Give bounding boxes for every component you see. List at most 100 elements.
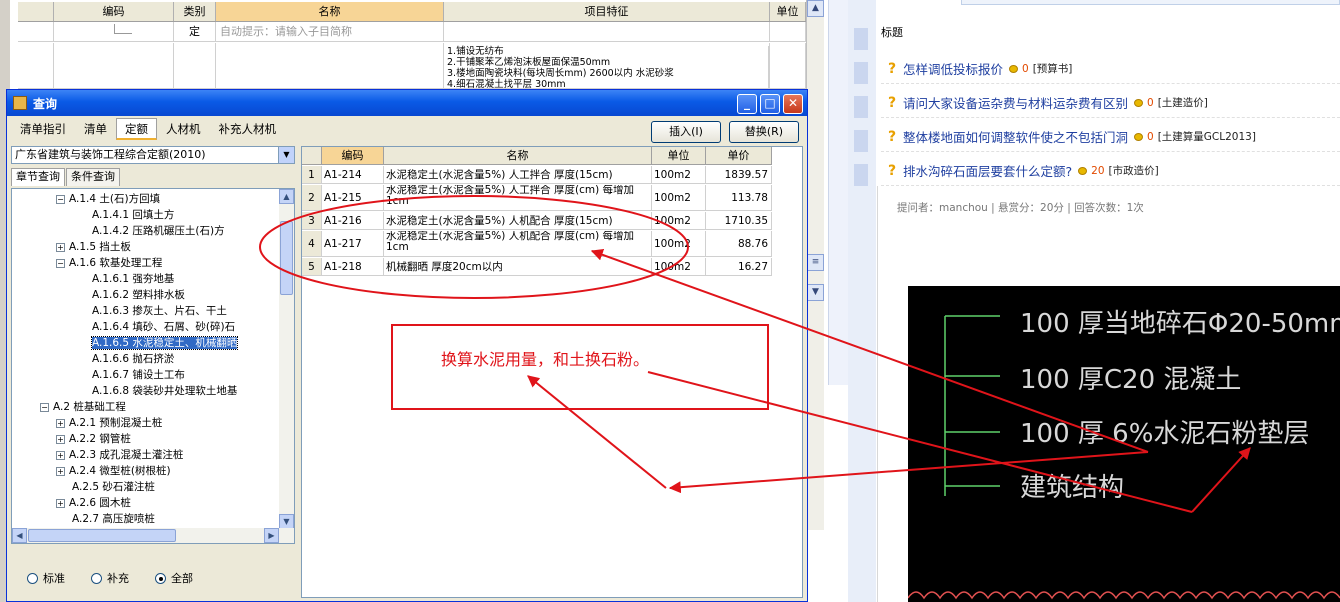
question-category[interactable]: [土建算量GCL2013] <box>1158 129 1256 144</box>
sheet-col-name[interactable]: 名称 <box>216 2 444 21</box>
tree-node[interactable]: A.1.6.6 抛石挤淤 <box>92 351 174 367</box>
tree-node[interactable]: A.2.5 砂石灌注桩 <box>72 479 155 495</box>
tree-node[interactable]: A.1.6.3 掺灰土、片石、干土 <box>92 303 227 319</box>
tree-node[interactable]: − A.2 桩基础工程 <box>40 399 126 415</box>
tab-supplement-material[interactable]: 补充人材机 <box>210 118 286 140</box>
radio-selected-icon[interactable] <box>155 572 166 584</box>
scroll-up-icon[interactable]: ▲ <box>807 0 824 17</box>
chevron-down-icon[interactable]: ▼ <box>278 147 294 163</box>
qa-list-item[interactable]: ? 整体楼地面如何调整软件使之不包括门洞 0 [土建算量GCL2013] <box>881 122 1340 152</box>
dialog-titlebar[interactable]: 查询 <box>7 90 807 116</box>
question-link[interactable]: 怎样调低投标报价 <box>903 59 1003 78</box>
sheet-cell-features[interactable]: 1.铺设无纺布 2.干铺聚苯乙烯泡沫板屋面保温50mm 3.楼地面陶瓷块料(每块… <box>444 43 770 88</box>
scroll-thumb[interactable] <box>28 529 176 542</box>
radio-supplement[interactable]: 补充 <box>91 570 129 586</box>
tab-condition-search[interactable]: 条件查询 <box>66 168 120 186</box>
sheet-col-features[interactable]: 项目特征 <box>444 2 770 21</box>
tree-node-label: A.1.6 软基处理工程 <box>69 257 163 269</box>
tab-bill[interactable]: 清单 <box>75 118 116 140</box>
collapse-icon[interactable]: − <box>56 195 65 204</box>
grid-row[interactable]: 2 A1-215 水泥稳定土(水泥含量5%) 人工拌合 厚度(cm) 每增加1cm 1… <box>302 185 772 211</box>
grid-col-unit[interactable]: 单位 <box>652 147 706 165</box>
scroll-down-icon[interactable]: ▼ <box>807 284 824 301</box>
collapse-icon[interactable]: − <box>56 259 65 268</box>
tree-node[interactable]: A.1.6.2 塑料排水板 <box>92 287 185 303</box>
radio-all[interactable]: 全部 <box>155 570 193 586</box>
tree-node[interactable]: − A.1.4 土(石)方回填 <box>56 191 160 207</box>
tab-chapter-search[interactable]: 章节查询 <box>11 168 65 186</box>
close-icon[interactable]: ✕ <box>783 94 803 114</box>
maximize-icon[interactable]: □ <box>760 94 780 114</box>
tab-labor-material-machine[interactable]: 人材机 <box>157 118 210 140</box>
tree-node[interactable]: A.1.4.1 回填土方 <box>92 207 174 223</box>
grid-row[interactable]: 3 A1-216 水泥稳定土(水泥含量5%) 人机配合 厚度(15cm) 100m2 1… <box>302 212 772 230</box>
tree-node[interactable]: A.1.6.7 铺设土工布 <box>92 367 185 383</box>
question-category[interactable]: [市政造价] <box>1109 163 1159 178</box>
grid-col-name[interactable]: 名称 <box>384 147 652 165</box>
scroll-up-icon[interactable]: ▲ <box>279 189 294 204</box>
grid-row[interactable]: 4 A1-217 水泥稳定土(水泥含量5%) 人机配合 厚度(cm) 每增加1cm 1… <box>302 231 772 257</box>
scroll-thumb[interactable] <box>280 221 293 295</box>
sheet-vertical-scrollbar[interactable]: ▲ ≡ ▼ <box>806 0 824 530</box>
sheet-cell-category[interactable]: 定 <box>174 22 216 41</box>
question-link[interactable]: 整体楼地面如何调整软件使之不包括门洞 <box>903 127 1128 146</box>
tree-node[interactable]: + A.2.1 预制混凝土桩 <box>56 415 162 431</box>
scroll-thumb-grip-icon[interactable]: ≡ <box>807 254 824 271</box>
sheet-row[interactable]: 定 自动提示：请输入子目简称 <box>18 22 824 42</box>
tree-node[interactable]: + A.2.6 圆木桩 <box>56 495 131 511</box>
radio-standard[interactable]: 标准 <box>27 570 65 586</box>
sheet-row[interactable]: 1.铺设无纺布 2.干铺聚苯乙烯泡沫板屋面保温50mm 3.楼地面陶瓷块料(每块… <box>18 43 824 89</box>
grid-cell-code: A1-216 <box>322 212 384 229</box>
tree-node[interactable]: + A.2.2 钢管桩 <box>56 431 131 447</box>
tree-node[interactable]: + A.2.3 成孔混凝土灌注桩 <box>56 447 183 463</box>
expand-icon[interactable]: + <box>56 419 65 428</box>
expand-icon[interactable]: + <box>56 467 65 476</box>
tree-node[interactable]: + A.1.5 挡土板 <box>56 239 131 255</box>
scroll-right-icon[interactable]: ▶ <box>264 528 279 543</box>
tree-node-selected[interactable]: A.1.6.5 水泥稳定土、机械翻晒 <box>90 335 239 351</box>
expand-icon[interactable]: + <box>56 499 65 508</box>
tree-node[interactable]: A.1.6.1 强夯地基 <box>92 271 174 287</box>
expand-icon[interactable]: + <box>56 435 65 444</box>
scroll-left-icon[interactable]: ◀ <box>12 528 27 543</box>
question-link[interactable]: 排水沟碎石面层要套什么定额? <box>903 161 1072 180</box>
grid-row[interactable]: 5 A1-218 机械翻晒 厚度20cm以内 100m2 16.27 <box>302 258 772 276</box>
question-category[interactable]: [预算书] <box>1033 61 1073 76</box>
tree-node[interactable]: A.1.4.2 压路机碾压土(石)方 <box>92 223 225 239</box>
tree-vertical-scrollbar[interactable]: ▲ ▼ <box>279 189 294 529</box>
grid-row[interactable]: 1 A1-214 水泥稳定土(水泥含量5%) 人工拌合 厚度(15cm) 100m2 1… <box>302 166 772 184</box>
tree-node[interactable]: A.1.6.8 袋装砂井处理软土地基 <box>92 383 237 399</box>
sheet-col-unit[interactable]: 单位 <box>770 2 806 21</box>
tree-horizontal-scrollbar[interactable]: ◀ ▶ <box>12 528 294 543</box>
quota-library-select[interactable]: 广东省建筑与装饰工程综合定额(2010) ▼ <box>11 146 295 164</box>
qa-list-item[interactable]: ? 怎样调低投标报价 0 [预算书] <box>881 54 1340 84</box>
grid-col-code[interactable]: 编码 <box>322 147 384 165</box>
tree-node-label: A.1.5 挡土板 <box>69 241 131 253</box>
tree-node[interactable]: A.1.6.4 填砂、石屑、砂(碎)石 <box>92 319 235 335</box>
sheet-col-category[interactable]: 类别 <box>174 2 216 21</box>
sheet-header: 编码 类别 名称 项目特征 单位 <box>18 2 824 22</box>
collapse-icon[interactable]: − <box>40 403 49 412</box>
tab-quota[interactable]: 定额 <box>116 118 157 140</box>
tree-node[interactable]: − A.1.6 软基处理工程 <box>56 255 162 271</box>
replace-button[interactable]: 替换(R) <box>729 121 799 143</box>
radio-icon[interactable] <box>91 572 102 584</box>
qa-list-item[interactable]: ? 排水沟碎石面层要套什么定额? 20 [市政造价] <box>881 156 1340 186</box>
radio-icon[interactable] <box>27 572 38 584</box>
scroll-down-icon[interactable]: ▼ <box>279 514 294 529</box>
qa-list-item[interactable]: ? 请问大家设备运杂费与材料运杂费有区别 0 [土建造价] <box>881 88 1340 118</box>
grid-col-price[interactable]: 单价 <box>706 147 772 165</box>
expand-icon[interactable]: + <box>56 451 65 460</box>
tree-node[interactable]: + A.2.4 微型桩(树根桩) <box>56 463 171 479</box>
sheet-cell-name-hint[interactable]: 自动提示：请输入子目简称 <box>216 22 444 41</box>
sheet-col-code[interactable]: 编码 <box>54 2 174 21</box>
tab-bill-guide[interactable]: 清单指引 <box>11 118 75 140</box>
chapter-tree[interactable]: − A.1.4 土(石)方回填 A.1.4.1 回填土方 A.1.4.2 压路机碾压土… <box>11 188 295 544</box>
minimize-icon[interactable]: _ <box>737 94 757 114</box>
expand-icon[interactable]: + <box>56 243 65 252</box>
question-category[interactable]: [土建造价] <box>1158 95 1208 110</box>
question-link[interactable]: 请问大家设备运杂费与材料运杂费有区别 <box>903 93 1128 112</box>
insert-button[interactable]: 插入(I) <box>651 121 721 143</box>
tree-node[interactable]: A.2.7 高压旋喷桩 <box>72 511 155 527</box>
sheet-cell <box>216 43 444 88</box>
